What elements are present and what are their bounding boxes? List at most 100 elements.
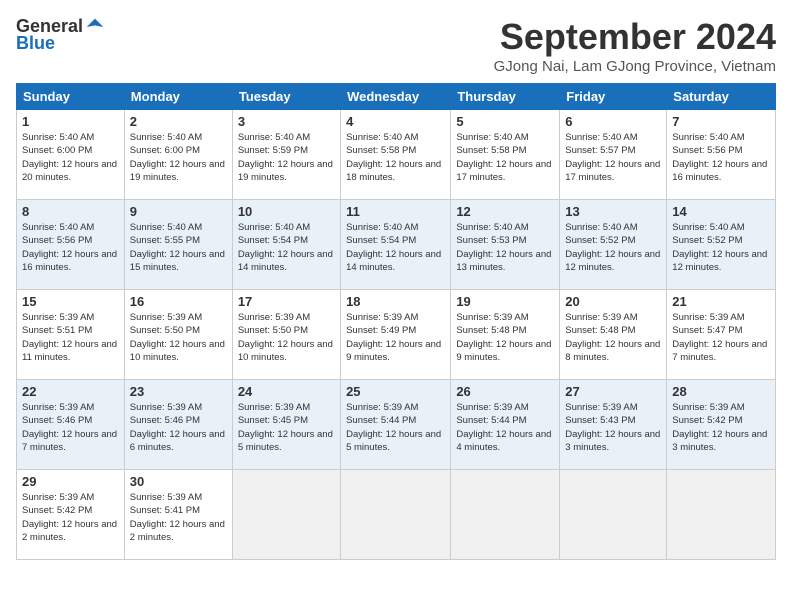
day-number: 24	[238, 384, 335, 399]
day-info: Sunrise: 5:39 AM Sunset: 5:48 PM Dayligh…	[565, 311, 661, 364]
calendar-table: Sunday Monday Tuesday Wednesday Thursday…	[16, 83, 776, 560]
day-number: 30	[130, 474, 227, 489]
calendar-day-cell	[451, 470, 560, 560]
calendar-day-cell: 18Sunrise: 5:39 AM Sunset: 5:49 PM Dayli…	[341, 290, 451, 380]
calendar-day-cell: 11 Sunrise: 5:40 AM Sunset: 5:54 PM Dayli…	[341, 200, 451, 290]
day-info: Sunrise: 5:39 AM Sunset: 5:50 PM Dayligh…	[130, 311, 227, 364]
day-number: 20	[565, 294, 661, 309]
day-info: Sunrise: 5:40 AM Sunset: 5:56 PM Dayligh…	[22, 221, 119, 274]
day-info: Sunrise: 5:40 AM Sunset: 5:56 PM Dayligh…	[672, 131, 770, 184]
col-saturday: Saturday	[667, 84, 776, 110]
location-subtitle: GJong Nai, Lam GJong Province, Vietnam	[494, 58, 776, 75]
logo: General Blue	[16, 16, 105, 54]
calendar-day-cell: 3 Sunrise: 5:40 AM Sunset: 5:59 PM Daylig…	[232, 110, 340, 200]
day-number: 27	[565, 384, 661, 399]
logo-blue-text: Blue	[16, 33, 55, 54]
day-info: Sunrise: 5:40 AM Sunset: 5:54 PM Dayligh…	[346, 221, 445, 274]
logo-icon	[85, 17, 105, 37]
day-number: 25	[346, 384, 445, 399]
day-number: 23	[130, 384, 227, 399]
day-info: Sunrise: 5:40 AM Sunset: 5:52 PM Dayligh…	[565, 221, 661, 274]
day-info: Sunrise: 5:39 AM Sunset: 5:44 PM Dayligh…	[346, 401, 445, 454]
calendar-day-cell	[560, 470, 667, 560]
day-number: 28	[672, 384, 770, 399]
day-info: Sunrise: 5:39 AM Sunset: 5:50 PM Dayligh…	[238, 311, 335, 364]
day-number: 5	[456, 114, 554, 129]
calendar-day-cell: 2 Sunrise: 5:40 AM Sunset: 6:00 PM Daylig…	[124, 110, 232, 200]
day-info: Sunrise: 5:39 AM Sunset: 5:51 PM Dayligh…	[22, 311, 119, 364]
day-number: 21	[672, 294, 770, 309]
calendar-day-cell: 14Sunrise: 5:40 AM Sunset: 5:52 PM Dayli…	[667, 200, 776, 290]
day-info: Sunrise: 5:40 AM Sunset: 5:58 PM Dayligh…	[456, 131, 554, 184]
calendar-day-cell: 26 Sunrise: 5:39 AM Sunset: 5:44 PM Dayli…	[451, 380, 560, 470]
day-info: Sunrise: 5:39 AM Sunset: 5:44 PM Dayligh…	[456, 401, 554, 454]
calendar-day-cell: 15Sunrise: 5:39 AM Sunset: 5:51 PM Dayli…	[17, 290, 125, 380]
calendar-day-cell: 23 Sunrise: 5:39 AM Sunset: 5:46 PM Dayli…	[124, 380, 232, 470]
calendar-day-cell: 5 Sunrise: 5:40 AM Sunset: 5:58 PM Daylig…	[451, 110, 560, 200]
calendar-day-cell: 21 Sunrise: 5:39 AM Sunset: 5:47 PM Dayli…	[667, 290, 776, 380]
day-number: 6	[565, 114, 661, 129]
col-tuesday: Tuesday	[232, 84, 340, 110]
calendar-day-cell: 8 Sunrise: 5:40 AM Sunset: 5:56 PM Daylig…	[17, 200, 125, 290]
calendar-day-cell: 17 Sunrise: 5:39 AM Sunset: 5:50 PM Dayli…	[232, 290, 340, 380]
day-number: 9	[130, 204, 227, 219]
day-info: Sunrise: 5:40 AM Sunset: 6:00 PM Dayligh…	[22, 131, 119, 184]
calendar-day-cell	[232, 470, 340, 560]
calendar-day-cell: 28 Sunrise: 5:39 AM Sunset: 5:42 PM Dayli…	[667, 380, 776, 470]
calendar-day-cell: 6 Sunrise: 5:40 AM Sunset: 5:57 PM Daylig…	[560, 110, 667, 200]
col-thursday: Thursday	[451, 84, 560, 110]
day-info: Sunrise: 5:39 AM Sunset: 5:42 PM Dayligh…	[22, 491, 119, 544]
day-number: 2	[130, 114, 227, 129]
title-area: September 2024 GJong Nai, Lam GJong Prov…	[494, 16, 776, 75]
day-info: Sunrise: 5:40 AM Sunset: 5:59 PM Dayligh…	[238, 131, 335, 184]
calendar-day-cell: 13 Sunrise: 5:40 AM Sunset: 5:52 PM Dayli…	[560, 200, 667, 290]
calendar-day-cell: 7Sunrise: 5:40 AM Sunset: 5:56 PM Daylig…	[667, 110, 776, 200]
day-number: 16	[130, 294, 227, 309]
day-info: Sunrise: 5:39 AM Sunset: 5:41 PM Dayligh…	[130, 491, 227, 544]
day-number: 11	[346, 204, 445, 219]
col-monday: Monday	[124, 84, 232, 110]
day-info: Sunrise: 5:39 AM Sunset: 5:47 PM Dayligh…	[672, 311, 770, 364]
month-title: September 2024	[494, 16, 776, 58]
calendar-week-row: 1 Sunrise: 5:40 AM Sunset: 6:00 PM Daylig…	[17, 110, 776, 200]
calendar-day-cell	[667, 470, 776, 560]
day-info: Sunrise: 5:39 AM Sunset: 5:49 PM Dayligh…	[346, 311, 445, 364]
day-info: Sunrise: 5:40 AM Sunset: 5:58 PM Dayligh…	[346, 131, 445, 184]
calendar-day-cell: 16 Sunrise: 5:39 AM Sunset: 5:50 PM Dayli…	[124, 290, 232, 380]
day-info: Sunrise: 5:40 AM Sunset: 5:52 PM Dayligh…	[672, 221, 770, 274]
calendar-day-cell	[341, 470, 451, 560]
calendar-day-cell: 22Sunrise: 5:39 AM Sunset: 5:46 PM Dayli…	[17, 380, 125, 470]
day-info: Sunrise: 5:40 AM Sunset: 5:55 PM Dayligh…	[130, 221, 227, 274]
day-number: 3	[238, 114, 335, 129]
day-number: 8	[22, 204, 119, 219]
day-number: 26	[456, 384, 554, 399]
col-wednesday: Wednesday	[341, 84, 451, 110]
calendar-week-row: 15Sunrise: 5:39 AM Sunset: 5:51 PM Dayli…	[17, 290, 776, 380]
day-info: Sunrise: 5:39 AM Sunset: 5:46 PM Dayligh…	[22, 401, 119, 454]
calendar-day-cell: 27Sunrise: 5:39 AM Sunset: 5:43 PM Dayli…	[560, 380, 667, 470]
col-sunday: Sunday	[17, 84, 125, 110]
day-info: Sunrise: 5:39 AM Sunset: 5:42 PM Dayligh…	[672, 401, 770, 454]
calendar-day-cell: 20 Sunrise: 5:39 AM Sunset: 5:48 PM Dayli…	[560, 290, 667, 380]
day-number: 19	[456, 294, 554, 309]
calendar-day-cell: 9 Sunrise: 5:40 AM Sunset: 5:55 PM Daylig…	[124, 200, 232, 290]
day-info: Sunrise: 5:40 AM Sunset: 5:57 PM Dayligh…	[565, 131, 661, 184]
day-number: 17	[238, 294, 335, 309]
calendar-day-cell: 25 Sunrise: 5:39 AM Sunset: 5:44 PM Dayli…	[341, 380, 451, 470]
calendar-day-cell: 10Sunrise: 5:40 AM Sunset: 5:54 PM Dayli…	[232, 200, 340, 290]
page-header: General Blue September 2024 GJong Nai, L…	[16, 16, 776, 75]
day-info: Sunrise: 5:40 AM Sunset: 6:00 PM Dayligh…	[130, 131, 227, 184]
calendar-week-row: 8 Sunrise: 5:40 AM Sunset: 5:56 PM Daylig…	[17, 200, 776, 290]
calendar-day-cell: 29Sunrise: 5:39 AM Sunset: 5:42 PM Dayli…	[17, 470, 125, 560]
day-info: Sunrise: 5:39 AM Sunset: 5:45 PM Dayligh…	[238, 401, 335, 454]
calendar-day-cell: 1 Sunrise: 5:40 AM Sunset: 6:00 PM Daylig…	[17, 110, 125, 200]
calendar-day-cell: 4 Sunrise: 5:40 AM Sunset: 5:58 PM Daylig…	[341, 110, 451, 200]
calendar-day-cell: 19Sunrise: 5:39 AM Sunset: 5:48 PM Dayli…	[451, 290, 560, 380]
calendar-day-cell: 30 Sunrise: 5:39 AM Sunset: 5:41 PM Dayli…	[124, 470, 232, 560]
day-info: Sunrise: 5:40 AM Sunset: 5:54 PM Dayligh…	[238, 221, 335, 274]
day-number: 4	[346, 114, 445, 129]
calendar-week-row: 29Sunrise: 5:39 AM Sunset: 5:42 PM Dayli…	[17, 470, 776, 560]
day-number: 1	[22, 114, 119, 129]
day-number: 13	[565, 204, 661, 219]
day-info: Sunrise: 5:39 AM Sunset: 5:46 PM Dayligh…	[130, 401, 227, 454]
